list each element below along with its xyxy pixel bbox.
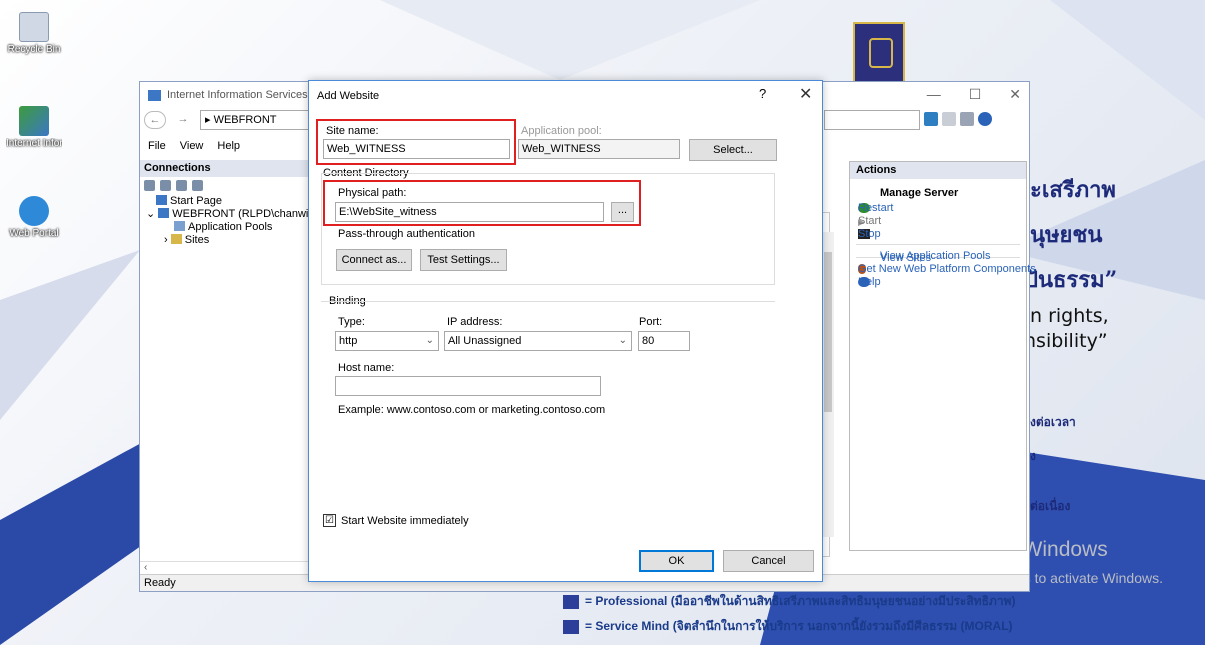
app-pool-field: Web_WITNESS [518,139,680,159]
address-text: WEBFRONT [213,114,277,126]
connections-header: Connections [140,160,309,177]
start-immediately-label: Start Website immediately [341,515,469,527]
close-icon[interactable]: ✕ [1009,86,1021,103]
features-vscroll[interactable] [822,232,834,537]
passthrough-auth-label: Pass-through authentication [338,228,475,240]
menu-file[interactable]: File [148,140,166,152]
scroll-thumb[interactable] [824,252,832,412]
host-name-example: Example: www.contoso.com or marketing.co… [338,404,606,416]
internet-explorer-icon [19,196,49,226]
minimize-icon[interactable]: — [927,86,941,103]
dialog-close-button[interactable]: ✕ [799,84,812,104]
cancel-button[interactable]: Cancel [723,550,814,572]
app-pool-label: Application pool: [521,125,602,137]
ip-address-value: All Unassigned [448,335,522,347]
action-start[interactable]: ▶ Start [850,214,1026,227]
highlight-box [316,119,516,165]
letter-s-icon [563,619,579,634]
desktop-icon-iis[interactable]: Internet Informatio... [6,106,62,149]
dialog-title: Add Website [317,90,380,102]
save-icon[interactable] [160,180,171,191]
host-name-input[interactable] [335,376,601,396]
connect-as-button[interactable]: Connect as... [336,249,412,271]
wallpaper-thai-small: ต่อเนื่อง [1030,499,1071,513]
desktop-icon-recycle-bin[interactable]: Recycle Bin [6,12,62,55]
app-pool-icon [174,221,185,231]
action-stop[interactable]: Stop [850,227,1026,240]
network-icon[interactable] [924,112,938,126]
desktop-icon-label: Internet Informatio... [6,138,62,149]
ip-address-label: IP address: [447,316,503,328]
iis-window-title: Internet Information Services (II [167,89,321,101]
wallpaper-thai-small: งต่อเวลา [1030,415,1076,429]
action-restart[interactable]: Restart [850,201,1026,214]
menu-help[interactable]: Help [217,140,240,152]
back-button[interactable]: ← [144,111,166,129]
actions-divider [856,244,1020,245]
manage-server-heading: Manage Server [880,187,959,199]
start-immediately-checkbox[interactable]: ☑ [323,514,336,527]
maximize-icon[interactable]: ☐ [969,86,982,103]
wallpaper-thai-text: ะเสรีภาพ [1030,177,1116,203]
mail-icon[interactable] [942,112,956,126]
connections-tree: Start Page ⌄ WEBFRONT (RLPD\chanwit. App… [140,195,309,247]
desktop-icon-label: Web Portal [9,228,59,239]
help-icon[interactable] [978,112,992,126]
letter-p-icon [563,594,579,609]
up-icon[interactable] [176,180,187,191]
iis-app-icon [148,89,161,101]
tree-item-server[interactable]: ⌄ WEBFRONT (RLPD\chanwit. [146,208,309,221]
ok-button[interactable]: OK [639,550,714,572]
forward-button[interactable]: → [172,111,194,129]
connections-hscroll[interactable]: ‹ [140,561,310,575]
wallpaper-bottom-line: = Professional (มืออาชีพในด้านสิทธิเสรีภ… [563,592,1015,611]
wallpaper-thai-text: นุษยชน [1030,222,1103,248]
action-help[interactable]: Help [850,275,1026,288]
select-app-pool-button[interactable]: Select... [689,139,777,161]
desktop-icon-web-portal[interactable]: Web Portal [6,196,62,239]
highlight-box [323,180,641,226]
type-label: Type: [338,316,365,328]
tree-item-sites[interactable]: › Sites [146,234,309,247]
port-label: Port: [639,316,663,328]
wallpaper-thai-small: ง [1030,449,1036,463]
server-icon [158,208,170,218]
address-bar-right[interactable] [824,110,920,130]
sites-folder-icon [170,234,182,244]
desktop-icon-label: Recycle Bin [7,44,61,55]
tree-item-start-page[interactable]: Start Page [146,195,309,208]
port-input[interactable]: 80 [638,331,690,351]
iis-manager-icon [19,106,49,136]
wallpaper-english-text: nsibility” [1024,330,1108,352]
actions-header: Actions [850,162,1026,179]
host-name-label: Host name: [338,362,395,374]
start-page-icon [156,195,167,205]
dialog-help-button[interactable]: ? [759,86,766,101]
test-settings-button[interactable]: Test Settings... [420,249,507,271]
iis-menu-bar: File View Help [140,140,240,152]
chevron-down-icon: ⌄ [618,335,627,346]
tree-item-app-pools[interactable]: Application Pools [146,221,309,234]
type-select[interactable]: http ⌄ [335,331,439,351]
iis-window-controls: — ☐ ✕ [927,86,1021,103]
recycle-bin-icon [19,12,49,42]
home-icon[interactable] [960,112,974,126]
menu-view[interactable]: View [180,140,204,152]
wallpaper-thai-text: ปันธรรม” [1024,267,1118,293]
connect-icon[interactable] [144,180,155,191]
chevron-down-icon: ⌄ [425,335,434,346]
court-seal-logo [853,22,905,84]
connections-toolbar [140,177,309,195]
actions-pane: Actions Manage Server Restart ▶ Start Sto… [849,161,1036,551]
connections-pane: Connections Start Page ⌄ WEBFRONT (RLPD\… [140,160,310,575]
disconnect-icon[interactable] [192,180,203,191]
wallpaper-bottom-line: = Service Mind (จิตสำนึกในการให้บริการ น… [563,617,1013,636]
wallpaper-english-text: n rights, [1030,305,1109,327]
binding-group [321,301,775,417]
action-web-platform[interactable]: Get New Web Platform Components [850,262,1036,275]
ip-address-select[interactable]: All Unassigned ⌄ [444,331,632,351]
add-website-dialog: Add Website ? ✕ Site name: Web_WITNESS A… [308,80,823,582]
iis-toolbar-icons [924,112,992,126]
type-select-value: http [339,335,358,347]
